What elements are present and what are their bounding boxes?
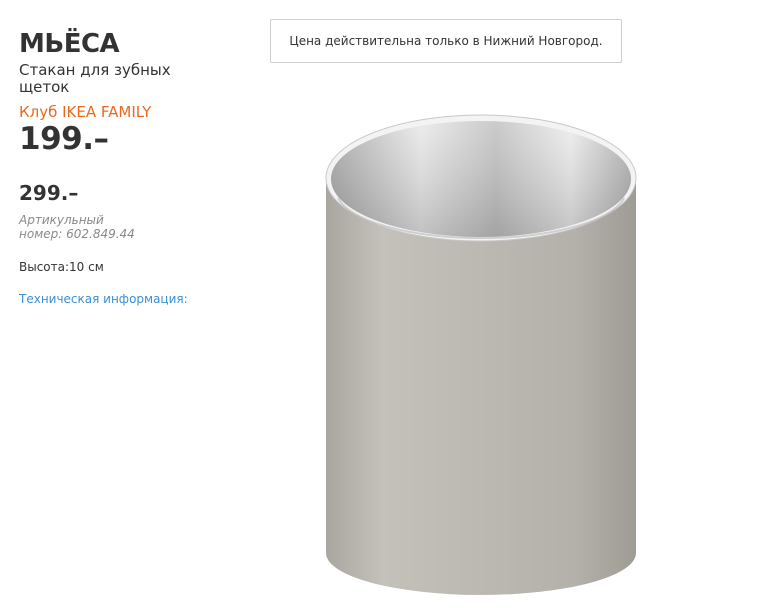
price-notice-text: Цена действительна только в Нижний Новго… xyxy=(289,34,603,48)
product-type: Стакан для зубных щеток xyxy=(19,61,171,96)
family-price: 199.– xyxy=(19,121,109,157)
price-notice: Цена действительна только в Нижний Новго… xyxy=(270,19,622,63)
product-info: МЬЁСА Стакан для зубных щеток Клуб IKEA … xyxy=(19,28,249,308)
product-name: МЬЁСА xyxy=(19,29,120,59)
article-number: Артикульный номер: 602.849.44 xyxy=(19,213,135,241)
technical-info-link[interactable]: Техническая информация: xyxy=(19,292,188,306)
regular-price: 299.– xyxy=(19,181,79,205)
family-club-label: Клуб IKEA FAMILY xyxy=(19,103,152,121)
product-height: Высота:10 см xyxy=(19,260,104,274)
product-image xyxy=(325,114,637,595)
